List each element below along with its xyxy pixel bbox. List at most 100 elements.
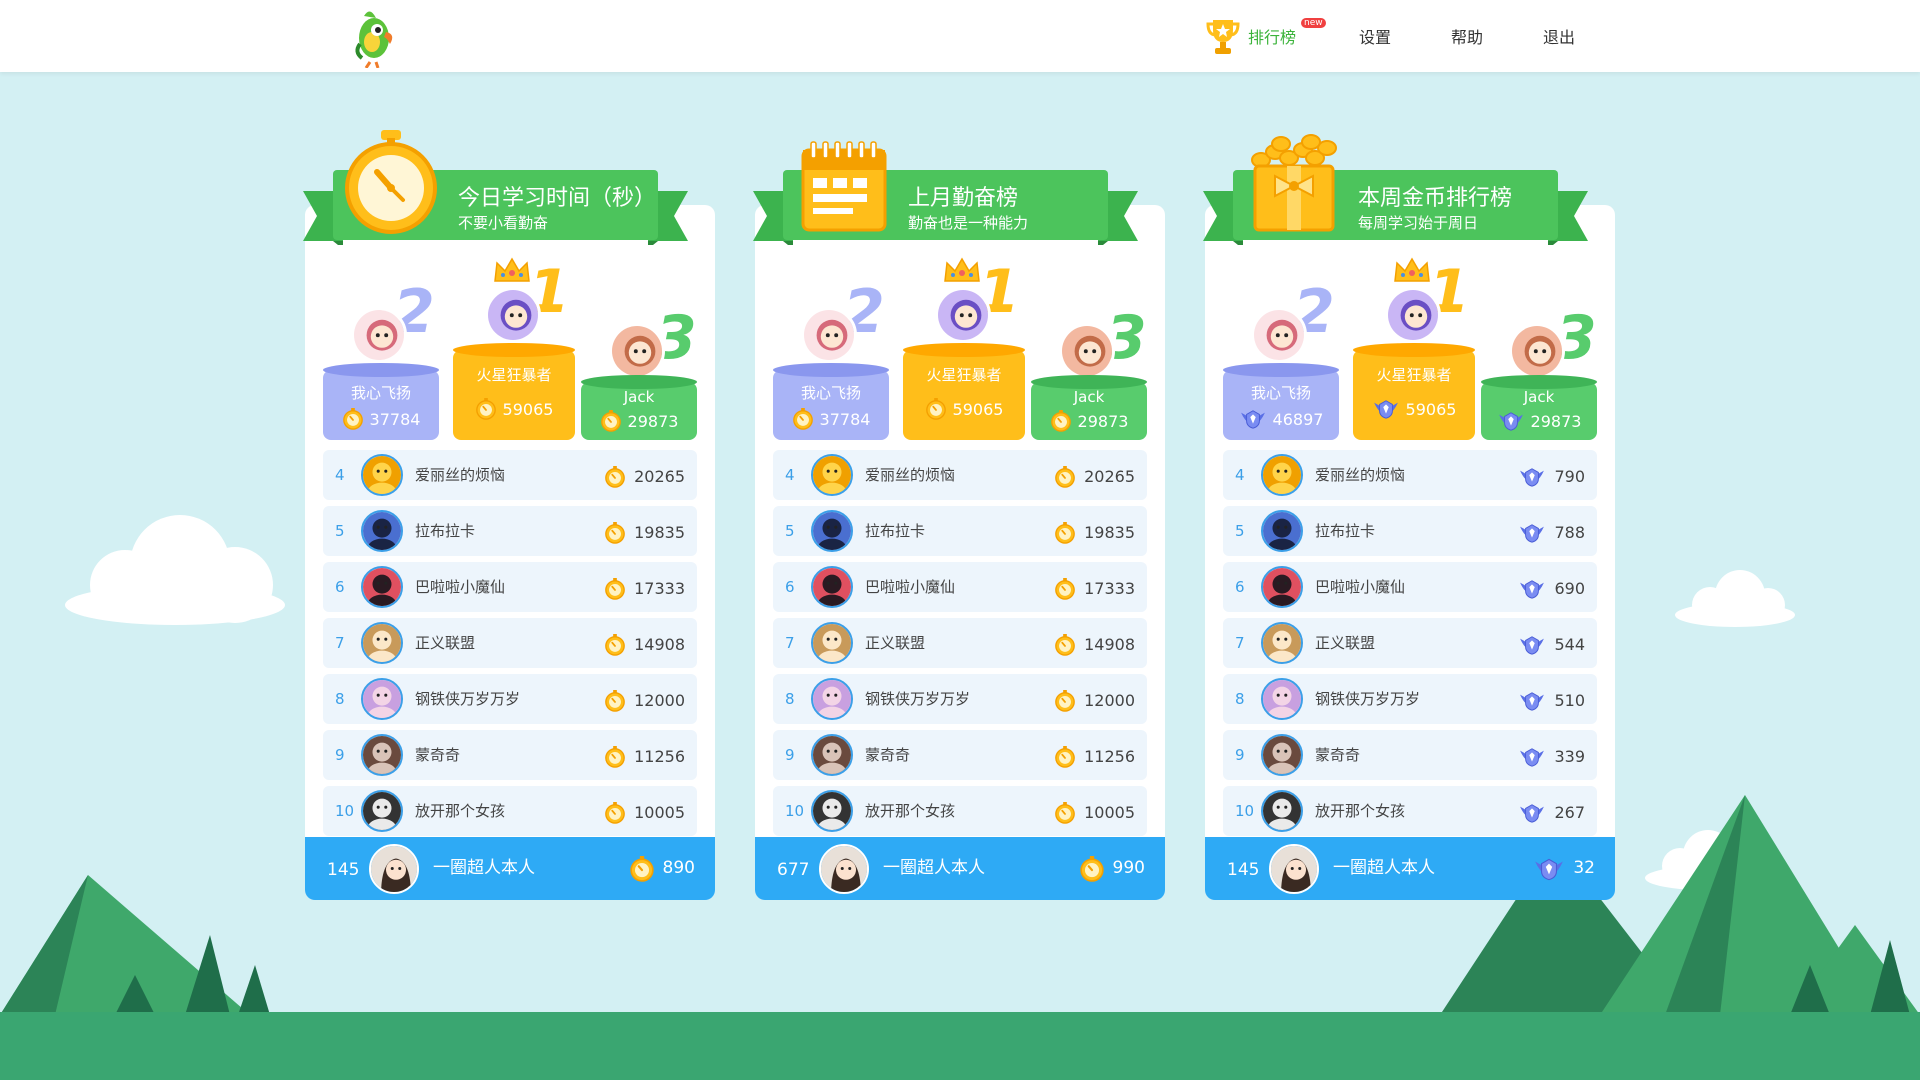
ground: [0, 1012, 1920, 1080]
my-avatar-image: [371, 846, 417, 892]
nav-logout[interactable]: 退出: [1543, 0, 1575, 72]
podium-score: 29873: [1481, 410, 1597, 432]
row-username: 放开那个女孩: [865, 802, 956, 820]
list-item[interactable]: 5 拉布拉卡 788: [1223, 506, 1597, 556]
podium-avatar-first[interactable]: [485, 287, 541, 343]
row-score: 17333: [1054, 562, 1135, 616]
list-item[interactable]: 8 钢铁侠万岁万岁 510: [1223, 674, 1597, 724]
podium-first: 火星狂暴者 59065: [903, 343, 1025, 440]
list-item[interactable]: 4 爱丽丝的烦恼 20265: [773, 450, 1147, 500]
row-score-value: 12000: [634, 691, 685, 710]
my-username: 一圈超人本人: [1333, 858, 1435, 878]
avatar-image: [363, 512, 401, 550]
podium-avatar-third[interactable]: [609, 323, 665, 379]
list-item[interactable]: 6 巴啦啦小魔仙 17333: [773, 562, 1147, 612]
list-item[interactable]: 5 拉布拉卡 19835: [323, 506, 697, 556]
list-item[interactable]: 6 巴啦啦小魔仙 690: [1223, 562, 1597, 612]
podium-avatar-first[interactable]: [935, 287, 991, 343]
list-item[interactable]: 8 钢铁侠万岁万岁 12000: [773, 674, 1147, 724]
podium-avatar-second[interactable]: [1251, 307, 1307, 363]
podium-first: 火星狂暴者 59065: [1353, 343, 1475, 440]
avatar-image: [363, 568, 401, 606]
list-item[interactable]: 9 蒙奇奇 11256: [323, 730, 697, 780]
podium-name: 火星狂暴者: [926, 366, 1002, 384]
avatar-image: [1263, 568, 1301, 606]
my-avatar-image: [821, 846, 867, 892]
list-item[interactable]: 10 放开那个女孩 10005: [773, 786, 1147, 836]
stopwatch-coin-icon: [342, 408, 363, 430]
list-item[interactable]: 6 巴啦啦小魔仙 17333: [323, 562, 697, 612]
row-rank: 9: [785, 746, 795, 764]
mountains-left: [0, 875, 270, 1015]
my-ranking-bar[interactable]: 145 一圈超人本人 32: [1205, 837, 1615, 900]
parrot-logo-icon[interactable]: [350, 4, 400, 68]
row-rank: 8: [335, 690, 345, 708]
list-item[interactable]: 4 爱丽丝的烦恼 20265: [323, 450, 697, 500]
stopwatch-coin-icon: [605, 634, 625, 656]
stopwatch-coin-icon: [605, 522, 625, 544]
my-ranking-bar[interactable]: 677 一圈超人本人 990: [755, 837, 1165, 900]
row-score: 790: [1518, 450, 1585, 504]
list-item[interactable]: 10 放开那个女孩 10005: [323, 786, 697, 836]
avatar: [811, 510, 853, 552]
avatar-image: [813, 680, 851, 718]
stopwatch-coin-icon: [1055, 746, 1075, 768]
stopwatch-coin-icon: [605, 746, 625, 768]
podium-avatar-third[interactable]: [1509, 323, 1565, 379]
my-ranking-bar[interactable]: 145 一圈超人本人 890: [305, 837, 715, 900]
podium-score: 59065: [453, 398, 575, 420]
avatar: [1261, 622, 1303, 664]
leaderboard-panel: 今日学习时间（秒） 不要小看勤奋 2 1 3 我心飞扬 37784 火星狂暴者 …: [303, 130, 715, 900]
nav-help[interactable]: 帮助: [1451, 0, 1483, 72]
row-score-value: 17333: [1084, 579, 1135, 598]
nav-settings[interactable]: 设置: [1359, 0, 1391, 72]
row-score: 19835: [1054, 506, 1135, 560]
podium-avatar-image: [488, 290, 538, 340]
podium-score-value: 37784: [369, 409, 421, 429]
row-username: 放开那个女孩: [1315, 802, 1406, 820]
list-item[interactable]: 10 放开那个女孩 267: [1223, 786, 1597, 836]
stopwatch-coin-icon: [605, 466, 625, 488]
row-rank: 8: [785, 690, 795, 708]
podium-score-value: 29873: [1077, 411, 1129, 431]
avatar: [1269, 844, 1319, 894]
row-score-value: 12000: [1084, 691, 1135, 710]
podium-score-value: 59065: [502, 399, 554, 419]
podium: 2 1 3 我心飞扬 37784 火星狂暴者 59065 Jack 29873: [323, 257, 697, 440]
list-item[interactable]: 5 拉布拉卡 19835: [773, 506, 1147, 556]
list-item[interactable]: 8 钢铁侠万岁万岁 12000: [323, 674, 697, 724]
avatar: [811, 454, 853, 496]
list-item[interactable]: 7 正义联盟 14908: [773, 618, 1147, 668]
avatar: [811, 622, 853, 664]
podium-avatar-first[interactable]: [1385, 287, 1441, 343]
row-score: 14908: [1054, 618, 1135, 672]
list-item[interactable]: 9 蒙奇奇 339: [1223, 730, 1597, 780]
list-item[interactable]: 7 正义联盟 544: [1223, 618, 1597, 668]
avatar-image: [1263, 512, 1301, 550]
row-score: 510: [1518, 674, 1585, 728]
row-score-value: 10005: [1084, 803, 1135, 822]
podium-third: Jack 29873: [1481, 375, 1597, 440]
podium: 2 1 3 我心飞扬 46897 火星狂暴者 59065 Jack 29873: [1223, 257, 1597, 440]
my-score-value: 990: [1112, 858, 1145, 878]
my-score: 890: [629, 837, 695, 900]
nav-leaderboard[interactable]: 排行榜 new: [1206, 0, 1326, 72]
list-item[interactable]: 4 爱丽丝的烦恼 790: [1223, 450, 1597, 500]
row-score: 267: [1518, 786, 1585, 840]
podium-avatar-second[interactable]: [801, 307, 857, 363]
wing-badge-icon: [1520, 804, 1545, 823]
list-item[interactable]: 7 正义联盟 14908: [323, 618, 697, 668]
cloud-left: [65, 515, 285, 625]
podium-name: 我心飞扬: [800, 384, 861, 402]
row-username: 钢铁侠万岁万岁: [865, 690, 971, 708]
podium-avatar-second[interactable]: [351, 307, 407, 363]
row-username: 放开那个女孩: [415, 802, 506, 820]
panel-banner: 上月勤奋榜 勤奋也是一种能力: [753, 141, 1138, 245]
podium-score-value: 29873: [627, 411, 679, 431]
list-item[interactable]: 9 蒙奇奇 11256: [773, 730, 1147, 780]
ranking-list: 4 爱丽丝的烦恼 20265 5 拉布拉卡 19835 6 巴啦啦小魔仙 173…: [323, 450, 697, 842]
wing-badge-icon: [1520, 636, 1545, 655]
row-score-value: 11256: [1084, 747, 1135, 766]
calendar-icon: [801, 141, 887, 232]
podium-avatar-third[interactable]: [1059, 323, 1115, 379]
